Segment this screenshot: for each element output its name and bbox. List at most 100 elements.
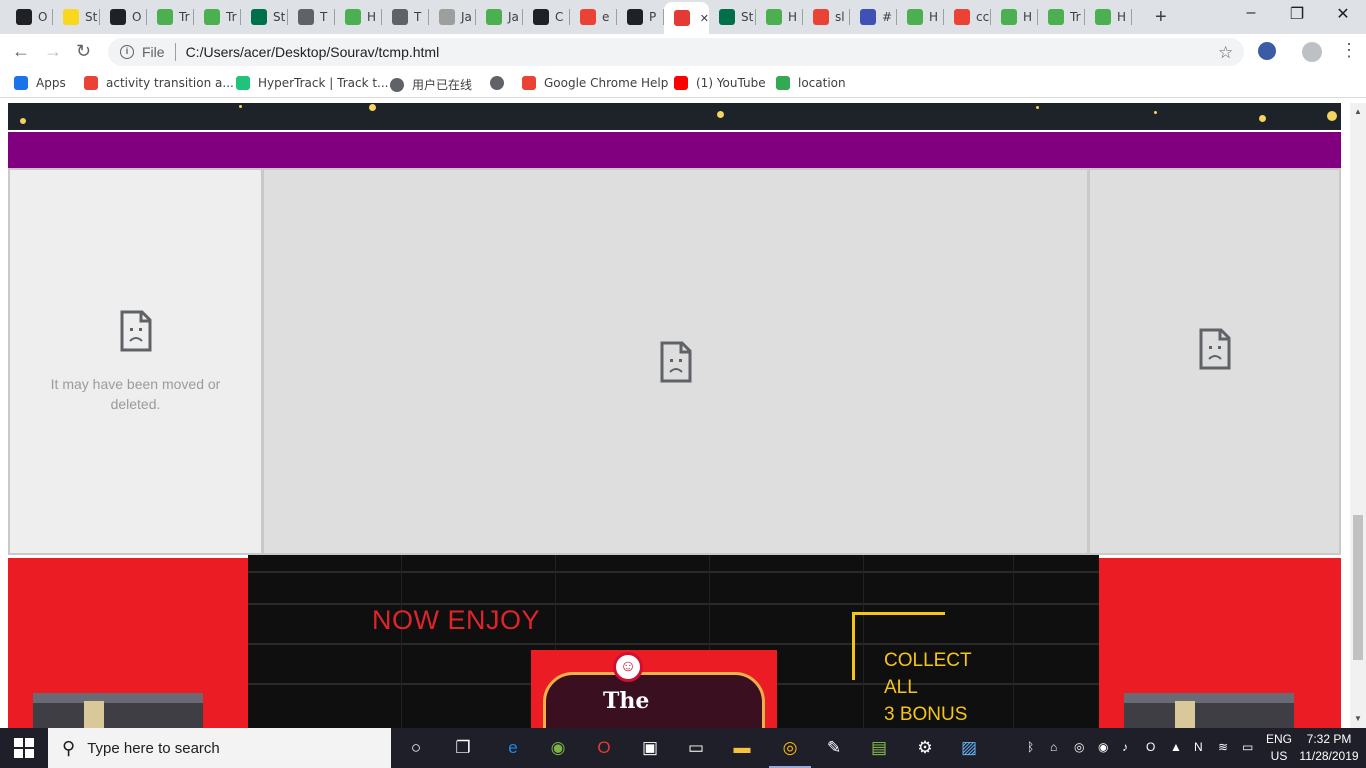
close-tab-icon[interactable]: ✕ <box>700 12 709 25</box>
browser-tab[interactable]: O <box>100 4 147 30</box>
google-icon <box>954 9 970 25</box>
browser-tab[interactable]: St <box>53 4 100 30</box>
browser-tab[interactable]: H <box>991 4 1038 30</box>
opera-icon[interactable]: O <box>1146 740 1155 754</box>
scroll-up-icon[interactable]: ▲ <box>1354 107 1362 116</box>
globe-icon <box>390 77 404 92</box>
network-icon[interactable]: ⌂ <box>1050 740 1057 754</box>
search-placeholder: Type here to search <box>87 739 220 757</box>
photos-icon[interactable]: ▨ <box>958 737 980 759</box>
tab-title: Ja <box>508 10 519 24</box>
url-text[interactable]: C:/Users/acer/Desktop/Sourav/tcmp.html <box>186 44 440 60</box>
cortana-icon[interactable]: ○ <box>405 737 427 759</box>
bluetooth-icon[interactable]: ᛒ <box>1027 740 1034 754</box>
bookmark-label: 用户已在线 <box>412 78 473 92</box>
maximize-button[interactable]: ❐ <box>1274 4 1320 24</box>
browser-tab[interactable]: St <box>709 4 756 30</box>
back-arrow-icon[interactable]: ← <box>12 41 30 62</box>
paint-icon[interactable]: ✎ <box>823 737 845 759</box>
browser-tab[interactable]: sl <box>803 4 850 30</box>
taskbar-search-box[interactable]: ⚲ Type here to search <box>48 728 391 768</box>
reload-icon[interactable]: ↻ <box>76 41 91 62</box>
bookmark-star-icon[interactable]: ☆ <box>1218 43 1233 63</box>
tab-strip: + – ❐ ✕ O St O Tr Tr St T H T Ja Ja Ce P ✕ St Hsl # Hcc H T… <box>0 0 1366 34</box>
bookmark-item[interactable]: Apps <box>14 76 66 90</box>
minimize-button[interactable]: – <box>1228 4 1274 22</box>
browser-tab[interactable]: H <box>335 4 382 30</box>
browser-tab[interactable]: Tr <box>1038 4 1085 30</box>
edge-icon[interactable]: e <box>502 737 524 759</box>
w3schools-icon <box>1095 9 1111 25</box>
browser-tab[interactable]: T <box>288 4 335 30</box>
notepad-icon[interactable]: ▤ <box>868 737 890 759</box>
app-icon[interactable]: ◉ <box>1098 740 1108 754</box>
star-dot <box>20 118 26 124</box>
tab-title: H <box>1117 10 1127 24</box>
scroll-down-icon[interactable]: ▼ <box>1354 714 1362 723</box>
extension-icon[interactable] <box>1258 42 1276 60</box>
tab-title: O <box>132 10 142 24</box>
terminal-icon[interactable]: ▭ <box>685 737 707 759</box>
w3schools-icon <box>1001 9 1017 25</box>
app-green-icon[interactable]: ◉ <box>547 737 569 759</box>
browser-tab[interactable]: St <box>241 4 288 30</box>
browser-tab[interactable]: Tr <box>194 4 241 30</box>
vlc-icon[interactable]: ▲ <box>1170 740 1182 754</box>
browser-tab[interactable]: ✕ <box>664 2 709 34</box>
wifi-icon[interactable]: ≋ <box>1218 740 1228 754</box>
language-indicator[interactable]: ENG US <box>1262 731 1296 765</box>
w3schools-icon <box>157 9 173 25</box>
taskbar-clock[interactable]: 7:32 PM 11/28/2019 <box>1298 731 1360 765</box>
bookmark-item[interactable]: location <box>776 76 846 90</box>
browser-tab[interactable]: H <box>897 4 944 30</box>
browser-tab[interactable]: Ja <box>429 4 476 30</box>
youtube-icon <box>674 76 688 90</box>
task-view-icon[interactable]: ❐ <box>452 737 474 759</box>
address-bar[interactable]: i File C:/Users/acer/Desktop/Sourav/tcmp… <box>108 38 1244 66</box>
google-icon <box>522 76 536 90</box>
settings-icon[interactable]: ⚙ <box>914 737 936 759</box>
browser-tab[interactable]: Ja <box>476 4 523 30</box>
thumbnail-image-right <box>1124 693 1294 728</box>
browser-tab[interactable]: O <box>6 4 53 30</box>
profile-avatar[interactable] <box>1302 42 1322 62</box>
star-dot <box>1036 106 1039 109</box>
bookmark-item[interactable]: Google Chrome Help <box>522 76 668 90</box>
browser-tab[interactable]: P <box>617 4 664 30</box>
bookmark-item[interactable]: (1) YouTube <box>674 76 766 90</box>
opera-icon[interactable]: O <box>593 737 615 759</box>
bracket-decoration <box>852 612 855 680</box>
bookmark-item[interactable]: activity transition a... <box>84 76 234 90</box>
browser-tab[interactable]: # <box>850 4 897 30</box>
windows-start-icon[interactable] <box>14 738 34 758</box>
browser-tab[interactable]: C <box>523 4 570 30</box>
browser-tab[interactable]: Tr <box>147 4 194 30</box>
tab-title: Tr <box>226 10 237 24</box>
bookmark-item[interactable]: HyperTrack | Track t... <box>236 76 389 90</box>
menu-kebab-icon[interactable]: ⋮ <box>1340 40 1358 61</box>
w3schools-icon <box>766 9 782 25</box>
forward-arrow-icon[interactable]: → <box>44 41 62 62</box>
bookmark-item[interactable] <box>490 76 512 90</box>
active-app-icon <box>674 10 690 26</box>
browser-tab[interactable]: H <box>756 4 803 30</box>
new-tab-button[interactable]: + <box>1155 6 1167 29</box>
browser-tab[interactable]: T <box>382 4 429 30</box>
browser-tab[interactable]: e <box>570 4 617 30</box>
nvidia-icon[interactable]: N <box>1194 740 1203 754</box>
chrome-icon[interactable]: ◎ <box>1074 740 1084 754</box>
battery-icon[interactable]: ▭ <box>1242 740 1253 754</box>
info-icon[interactable]: i <box>120 45 134 59</box>
close-window-button[interactable]: ✕ <box>1320 4 1366 24</box>
app-icon[interactable]: ▣ <box>639 737 661 759</box>
volume-icon[interactable]: ♪ <box>1122 740 1128 754</box>
tab-title: P <box>649 10 657 24</box>
search-icon: ⚲ <box>62 737 76 758</box>
scrollbar-thumb[interactable] <box>1353 515 1363 660</box>
browser-tab[interactable]: cc <box>944 4 991 30</box>
chrome-icon[interactable]: ◎ <box>769 737 811 768</box>
bookmark-item[interactable]: 用户已在线 <box>390 76 472 93</box>
browser-tab[interactable]: H <box>1085 4 1132 30</box>
page-scrollbar[interactable]: ▲ ▼ <box>1350 103 1366 728</box>
file-explorer-icon[interactable]: ▬ <box>731 737 753 759</box>
